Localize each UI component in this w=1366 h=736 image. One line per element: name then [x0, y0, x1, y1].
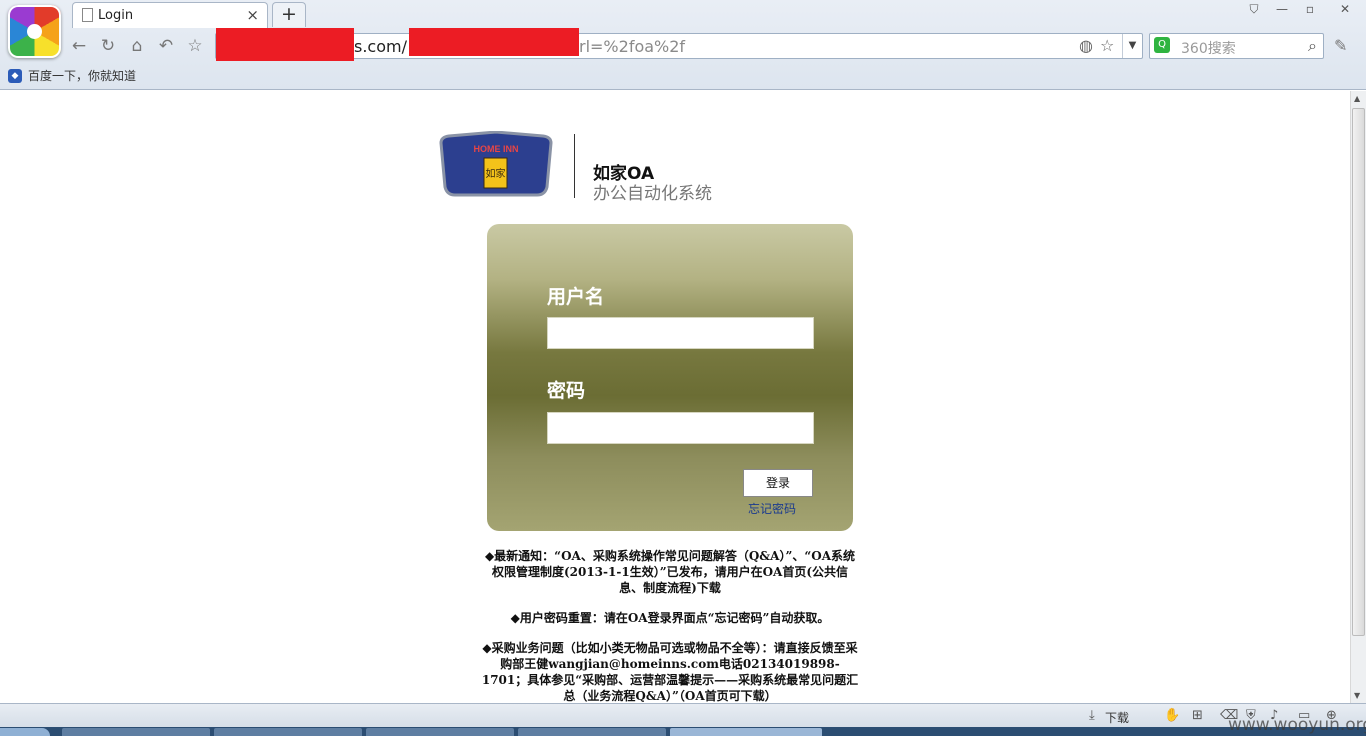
url-text-visible-end: rl=%2foa%2f [579, 37, 686, 56]
page-content: HOME INN 如家 如家OA 办公自动化系统 用户名 密码 登录 忘记密码 … [0, 91, 1350, 703]
forgot-password-link[interactable]: 忘记密码 [748, 500, 796, 517]
url-text-visible: s.com/ [354, 37, 407, 56]
baidu-paw-icon: ◆ [8, 68, 22, 83]
taskbar-item[interactable] [518, 728, 666, 736]
download-label[interactable]: 下载 [1105, 709, 1129, 726]
taskbar-item[interactable] [366, 728, 514, 736]
url-dropdown-icon[interactable]: ▼ [1122, 34, 1142, 58]
notice-section: ◆最新通知：“OA、采购系统操作常见问题解答（Q&A）”、“OA系统权限管理制度… [480, 548, 860, 703]
favorite-link-baidu[interactable]: 百度一下，你就知道 [28, 67, 136, 84]
taskbar-item[interactable] [62, 728, 210, 736]
window-controls: ⛉ — ▫ ✕ [1240, 0, 1366, 20]
status-bar: ⤓ 下载 ✋ ⊞ ⌫ ⛨ ♪ ▭ ⊕ [0, 703, 1366, 727]
scroll-up-icon[interactable]: ▲ [1354, 94, 1360, 103]
favorites-bar: ◆ 百度一下，你就知道 [8, 67, 136, 84]
skin-icon[interactable]: ⛉ [1240, 0, 1268, 18]
download-icon[interactable]: ⤓ [1089, 708, 1095, 723]
close-window-button[interactable]: ✕ [1324, 0, 1366, 18]
page-icon [82, 8, 93, 22]
notice-procurement: ◆采购业务问题（比如小类无物品可选或物品不全等）：请直接反馈至采购部王健wang… [481, 641, 859, 703]
search-engine-icon[interactable]: Q [1154, 37, 1170, 53]
tab-title: Login [98, 8, 134, 23]
add-icon[interactable]: ⊞ [1192, 708, 1203, 723]
username-label: 用户名 [547, 286, 605, 308]
browser-chrome: Login × + ⛉ — ▫ ✕ ← ↻ ⌂ ↶ ☆ s.com/ rl=%2… [0, 0, 1366, 90]
username-input[interactable] [547, 317, 814, 349]
maximize-button[interactable]: ▫ [1296, 0, 1324, 18]
login-panel: 用户名 密码 登录 忘记密码 [487, 224, 853, 531]
scroll-down-icon[interactable]: ▼ [1354, 691, 1360, 700]
brand-divider [574, 134, 575, 198]
system-description: 办公自动化系统 [593, 184, 712, 204]
logo-text-main: 如家 [486, 167, 506, 180]
search-box[interactable]: Q 360搜索 ⌕ [1149, 33, 1324, 59]
redaction-block [409, 28, 579, 56]
logo-text-top: HOME INN [474, 144, 519, 154]
bookmark-star-icon[interactable]: ☆ [1100, 36, 1114, 55]
tab-close-button[interactable]: × [246, 6, 259, 24]
favorite-star-icon[interactable]: ☆ [185, 36, 205, 56]
minimize-button[interactable]: — [1268, 0, 1296, 18]
tab-login[interactable]: Login × [72, 2, 268, 28]
homeinn-logo: HOME INN 如家 [439, 131, 553, 197]
compat-mode-icon[interactable]: ◍ [1079, 36, 1093, 55]
refresh-icon[interactable]: ↻ [98, 36, 118, 56]
taskbar [0, 727, 1366, 736]
start-button[interactable] [0, 728, 50, 736]
watermark: www.wooyun.org [1228, 715, 1366, 735]
notice-latest: ◆最新通知：“OA、采购系统操作常见问题解答（Q&A）”、“OA系统权限管理制度… [484, 549, 856, 595]
back-icon[interactable]: ← [69, 36, 89, 56]
search-icon[interactable]: ⌕ [1308, 36, 1317, 56]
taskbar-item[interactable] [214, 728, 362, 736]
tools-icon[interactable]: ✎ [1334, 36, 1347, 55]
browser-logo-icon[interactable] [8, 5, 61, 58]
address-bar[interactable]: s.com/ rl=%2foa%2f ◍ ☆ ▼ [215, 28, 1143, 61]
home-icon[interactable]: ⌂ [127, 36, 147, 56]
redaction-block [216, 28, 354, 61]
search-placeholder: 360搜索 [1181, 41, 1236, 57]
taskbar-item-active[interactable] [670, 728, 822, 736]
new-tab-button[interactable]: + [272, 2, 306, 27]
vertical-scrollbar[interactable]: ▲ ▼ [1350, 91, 1366, 703]
thumbs-icon[interactable]: ✋ [1164, 708, 1180, 723]
undo-close-icon[interactable]: ↶ [156, 36, 176, 56]
scroll-thumb[interactable] [1352, 108, 1365, 636]
password-label: 密码 [547, 380, 586, 402]
notice-password-reset: ◆用户密码重置：请在OA登录界面点“忘记密码”自动获取。 [510, 611, 830, 625]
login-button[interactable]: 登录 [743, 469, 813, 497]
password-input[interactable] [547, 412, 814, 444]
brand-header: HOME INN 如家 如家OA 办公自动化系统 [435, 131, 835, 206]
